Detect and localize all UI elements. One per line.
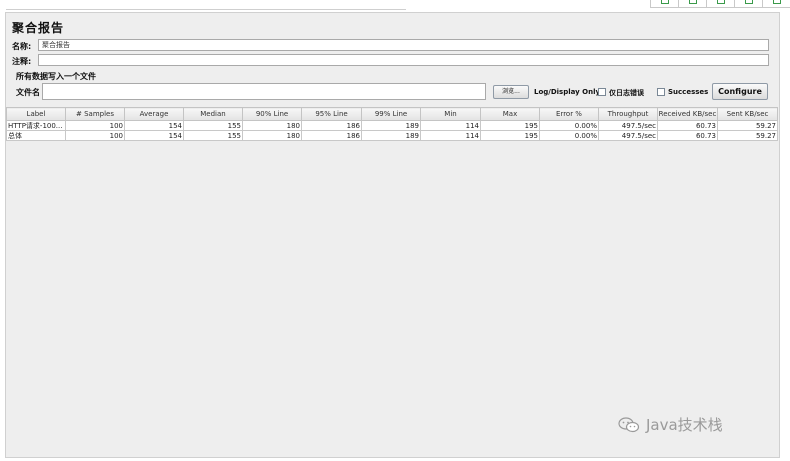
column-header-min[interactable]: Min: [420, 107, 481, 121]
column-header-sent[interactable]: Sent KB/sec: [717, 107, 778, 121]
toolbar-icons: [650, 0, 790, 8]
results-table: Label # Samples Average Median 90% Line …: [6, 107, 778, 141]
table-cell: 180: [242, 120, 302, 131]
table-cell: 180: [242, 130, 302, 141]
toolbar-icon-4[interactable]: [734, 0, 762, 8]
table-cell: 497.5/sec: [598, 120, 658, 131]
table-cell: 114: [420, 130, 481, 141]
column-header-received[interactable]: Received KB/sec: [657, 107, 718, 121]
watermark-text: Java技术栈: [646, 416, 723, 434]
table-cell: 总体: [6, 130, 66, 141]
table-row[interactable]: 总体 100 154 155 180 186 189 114 195 0.00%…: [6, 130, 778, 141]
table-cell: 155: [183, 130, 243, 141]
watermark: Java技术栈: [618, 414, 723, 435]
table-cell: 155: [183, 120, 243, 131]
wechat-icon: [618, 416, 640, 433]
file-section-label: 所有数据写入一个文件: [16, 72, 96, 81]
table-row[interactable]: HTTP请求-100... 100 154 155 180 186 189 11…: [6, 120, 778, 131]
filename-field[interactable]: [42, 83, 486, 100]
table-header-row: Label # Samples Average Median 90% Line …: [6, 107, 778, 121]
column-header-throughput[interactable]: Throughput: [598, 107, 658, 121]
successes-label: Successes: [668, 88, 709, 96]
comment-label: 注释:: [12, 57, 32, 66]
results-table-area: Label # Samples Average Median 90% Line …: [6, 107, 779, 457]
table-cell: 59.27: [717, 120, 778, 131]
filename-label: 文件名: [16, 88, 40, 97]
table-cell: 114: [420, 120, 481, 131]
table-cell: 195: [480, 120, 540, 131]
column-header-max[interactable]: Max: [480, 107, 540, 121]
toolbar-icon-5[interactable]: [762, 0, 790, 8]
table-cell: 60.73: [657, 120, 718, 131]
column-header-error[interactable]: Error %: [539, 107, 599, 121]
table-cell: 186: [301, 120, 362, 131]
table-cell: 154: [124, 130, 184, 141]
table-cell: 60.73: [657, 130, 718, 141]
table-cell: 195: [480, 130, 540, 141]
panel-title: 聚合报告: [12, 21, 65, 35]
successes-checkbox[interactable]: [657, 88, 665, 96]
table-cell: 59.27: [717, 130, 778, 141]
table-cell: 186: [301, 130, 362, 141]
toolbar-icon-1[interactable]: [650, 0, 678, 8]
column-header-90-line[interactable]: 90% Line: [242, 107, 302, 121]
table-cell: 0.00%: [539, 130, 599, 141]
name-label: 名称:: [12, 42, 32, 51]
column-header-average[interactable]: Average: [124, 107, 184, 121]
browse-button[interactable]: 浏览...: [493, 85, 529, 99]
table-cell: 154: [124, 120, 184, 131]
configure-button[interactable]: Configure: [712, 83, 768, 100]
column-header-95-line[interactable]: 95% Line: [301, 107, 362, 121]
column-header-median[interactable]: Median: [183, 107, 243, 121]
errors-only-label: 仅日志错误: [609, 89, 644, 97]
comment-field[interactable]: [38, 54, 769, 66]
aggregate-report-panel: 聚合报告 名称: 聚合报告 注释: 所有数据写入一个文件 文件名 浏览... L…: [5, 12, 780, 458]
column-header-99-line[interactable]: 99% Line: [361, 107, 421, 121]
column-header-label[interactable]: Label: [6, 107, 66, 121]
table-cell: HTTP请求-100...: [6, 120, 66, 131]
name-field[interactable]: 聚合报告: [38, 39, 769, 51]
table-cell: 189: [361, 120, 421, 131]
table-cell: 497.5/sec: [598, 130, 658, 141]
table-cell: 0.00%: [539, 120, 599, 131]
toolbar-divider: [6, 9, 406, 10]
top-toolbar: [0, 0, 790, 12]
table-cell: 189: [361, 130, 421, 141]
table-cell: 100: [65, 120, 125, 131]
log-display-label: Log/Display Only:: [534, 88, 603, 96]
table-cell: 100: [65, 130, 125, 141]
errors-only-checkbox[interactable]: [598, 88, 606, 96]
toolbar-icon-3[interactable]: [706, 0, 734, 8]
toolbar-icon-2[interactable]: [678, 0, 706, 8]
column-header-samples[interactable]: # Samples: [65, 107, 125, 121]
